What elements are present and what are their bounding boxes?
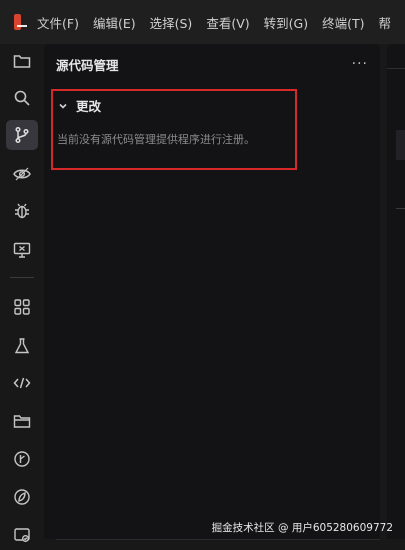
search-icon[interactable] (6, 83, 38, 113)
activity-divider (10, 277, 34, 278)
menu-view[interactable]: 查看(V) (206, 13, 249, 32)
changes-section-header[interactable]: 更改 (58, 96, 101, 115)
activity-bar (0, 44, 44, 546)
testing-icon[interactable] (6, 331, 38, 361)
more-actions-icon[interactable]: ··· (352, 56, 368, 72)
app-logo-icon (14, 14, 28, 30)
debug-icon[interactable] (6, 196, 38, 226)
extensions-icon[interactable] (6, 292, 38, 322)
preview-icon[interactable] (6, 159, 38, 189)
menu-file[interactable]: 文件(F) (37, 13, 79, 32)
code-icon[interactable] (6, 368, 38, 398)
menubar: 文件(F) 编辑(E) 选择(S) 查看(V) 转到(G) 终端(T) 帮 (0, 0, 405, 44)
menu-go[interactable]: 转到(G) (264, 13, 308, 32)
panel-header: 源代码管理 ··· (44, 44, 380, 84)
watermark: 掘金技术社区 @ 用户605280609772 (211, 522, 393, 534)
editor-tab-border (387, 68, 405, 69)
menu-terminal[interactable]: 终端(T) (322, 13, 364, 32)
editor-area (387, 44, 405, 539)
no-provider-message: 当前没有源代码管理提供程序进行注册。 (57, 133, 255, 146)
changes-section-title: 更改 (76, 99, 102, 114)
chevron-down-icon (59, 103, 67, 109)
menu-help[interactable]: 帮 (378, 13, 391, 32)
menu-edit[interactable]: 编辑(E) (93, 13, 136, 32)
editor-divider (396, 208, 405, 209)
folder-icon[interactable] (6, 406, 38, 436)
source-control-icon[interactable] (6, 120, 38, 150)
panel-bottom-border (56, 539, 380, 540)
menu-selection[interactable]: 选择(S) (150, 13, 193, 32)
source-control-panel: 源代码管理 ··· 更改 当前没有源代码管理提供程序进行注册。 (44, 44, 380, 539)
panel-title: 源代码管理 (56, 57, 119, 73)
explorer-icon[interactable] (6, 46, 38, 76)
editor-item (396, 130, 405, 160)
remote-screen-icon[interactable] (6, 235, 38, 265)
leaf-icon[interactable] (6, 482, 38, 512)
timeline-icon[interactable] (6, 444, 38, 474)
